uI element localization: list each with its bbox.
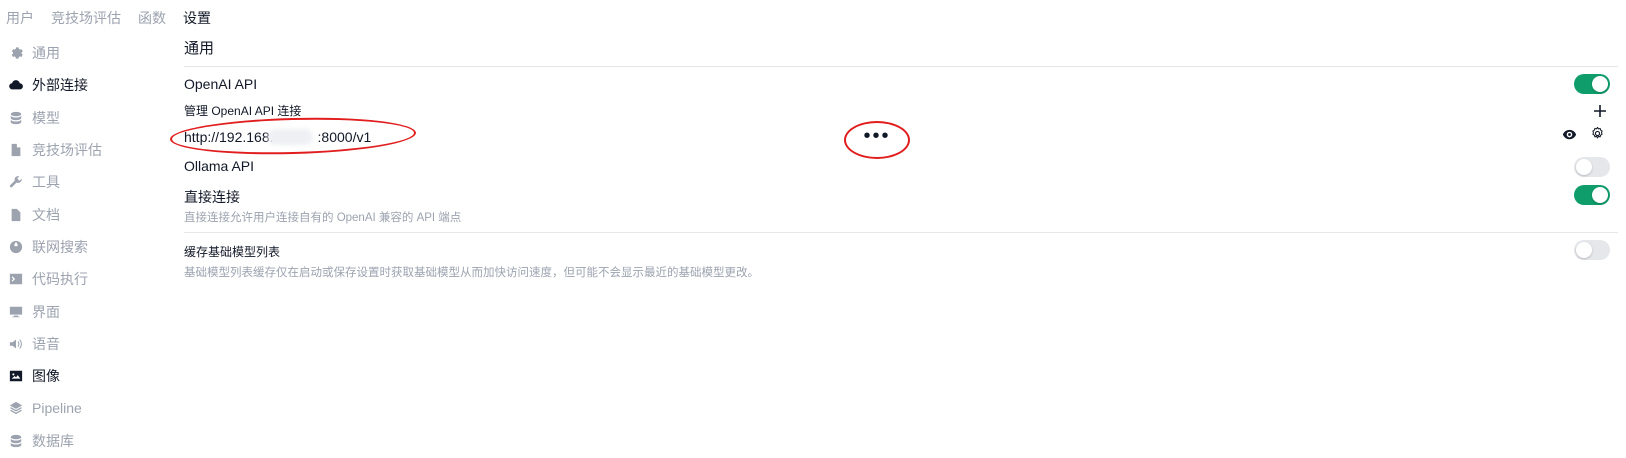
sidebar-item-documents[interactable]: 文档 (8, 198, 158, 230)
openai-api-toggle[interactable] (1574, 74, 1610, 94)
database-icon (8, 433, 24, 449)
direct-connections-toggle[interactable] (1574, 185, 1610, 205)
toggle-visibility-button[interactable] (1562, 127, 1578, 143)
toggle-knob (1576, 159, 1592, 175)
connection-url-prefix: http://192.168. (184, 129, 274, 145)
more-options-button[interactable]: ••• (844, 121, 910, 159)
openai-api-label: OpenAI API (184, 76, 258, 92)
divider (184, 66, 1618, 67)
speaker-icon (8, 336, 24, 352)
doc-icon (8, 207, 24, 223)
manage-openai-label: 管理 OpenAI API 连接 (184, 104, 302, 118)
cache-model-list-label: 缓存基础模型列表 (184, 245, 281, 259)
sidebar-item-label: 图像 (32, 368, 60, 385)
sidebar-item-interface[interactable]: 界面 (8, 295, 158, 327)
sidebar-item-web-search[interactable]: 联网搜索 (8, 231, 158, 263)
direct-connections-label: 直接连接 (184, 189, 240, 205)
sidebar-item-label: 模型 (32, 109, 60, 126)
cloud-icon (8, 77, 24, 93)
add-connection-button[interactable] (1592, 103, 1608, 119)
sidebar-item-audio[interactable]: 语音 (8, 328, 158, 360)
sidebar-item-models[interactable]: 模型 (8, 102, 158, 134)
ollama-api-toggle[interactable] (1574, 157, 1610, 177)
redaction-blur (268, 129, 312, 145)
sidebar-item-arena[interactable]: 竞技场评估 (8, 134, 158, 166)
sidebar-item-label: 竞技场评估 (32, 142, 102, 159)
sidebar-item-label: 外部连接 (32, 77, 88, 94)
gear-icon (1592, 126, 1603, 139)
sidebar-item-label: 界面 (32, 303, 60, 320)
settings-main: 通用 OpenAI API 管理 OpenAI API 连接 http://19… (169, 0, 1618, 458)
cache-model-list-toggle[interactable] (1574, 240, 1610, 260)
sidebar-item-label: 联网搜索 (32, 238, 88, 255)
sidebar-item-connections[interactable]: 外部连接 (8, 69, 158, 101)
terminal-icon (8, 271, 24, 287)
sidebar-item-tools[interactable]: 工具 (8, 166, 158, 198)
sidebar-item-label: 通用 (32, 45, 60, 62)
toggle-knob (1576, 242, 1592, 258)
eye-icon (1562, 129, 1577, 140)
wrench-icon (8, 174, 24, 190)
sidebar-item-label: 代码执行 (32, 271, 88, 288)
section-title: 通用 (184, 40, 215, 57)
toggle-knob (1592, 76, 1608, 92)
sidebar-item-label: 语音 (32, 335, 60, 352)
sidebar-item-label: 数据库 (32, 432, 74, 449)
tab-arena[interactable]: 竞技场评估 (51, 8, 121, 28)
document-icon (8, 142, 24, 158)
database-icon (8, 110, 24, 126)
cache-model-list-description: 基础模型列表缓存仅在启动或保存设置时获取基础模型从而加快访问速度，但可能不会显示… (184, 267, 759, 279)
sidebar-item-general[interactable]: 通用 (8, 37, 158, 69)
more-icon: ••• (863, 125, 891, 147)
globe-icon (8, 239, 24, 255)
settings-sidebar: 通用 外部连接 模型 竞技场评估 工具 文档 联网搜索 代码执行 界面 语音 图… (8, 37, 158, 457)
monitor-icon (8, 304, 24, 320)
direct-connections-description: 直接连接允许用户连接自有的 OpenAI 兼容的 API 端点 (184, 212, 462, 224)
layers-icon (8, 400, 24, 416)
plus-icon (1594, 105, 1606, 117)
sidebar-item-label: Pipeline (32, 400, 82, 417)
sidebar-item-pipeline[interactable]: Pipeline (8, 392, 158, 424)
connection-url-suffix: :8000/v1 (317, 129, 372, 145)
ollama-api-label: Ollama API (184, 158, 255, 174)
connection-settings-button[interactable] (1590, 126, 1606, 142)
sidebar-item-label: 文档 (32, 206, 60, 223)
toggle-knob (1592, 187, 1608, 203)
tab-functions[interactable]: 函数 (138, 8, 166, 28)
tab-users[interactable]: 用户 (6, 8, 34, 28)
sidebar-item-images[interactable]: 图像 (8, 360, 158, 392)
divider (184, 232, 1618, 233)
sidebar-item-code-execution[interactable]: 代码执行 (8, 263, 158, 295)
sidebar-item-database[interactable]: 数据库 (8, 425, 158, 457)
openai-connection-url[interactable]: http://192.168. :8000/v1 (169, 114, 444, 158)
sidebar-item-label: 工具 (32, 174, 60, 191)
image-icon (8, 368, 24, 384)
gear-icon (8, 45, 24, 61)
